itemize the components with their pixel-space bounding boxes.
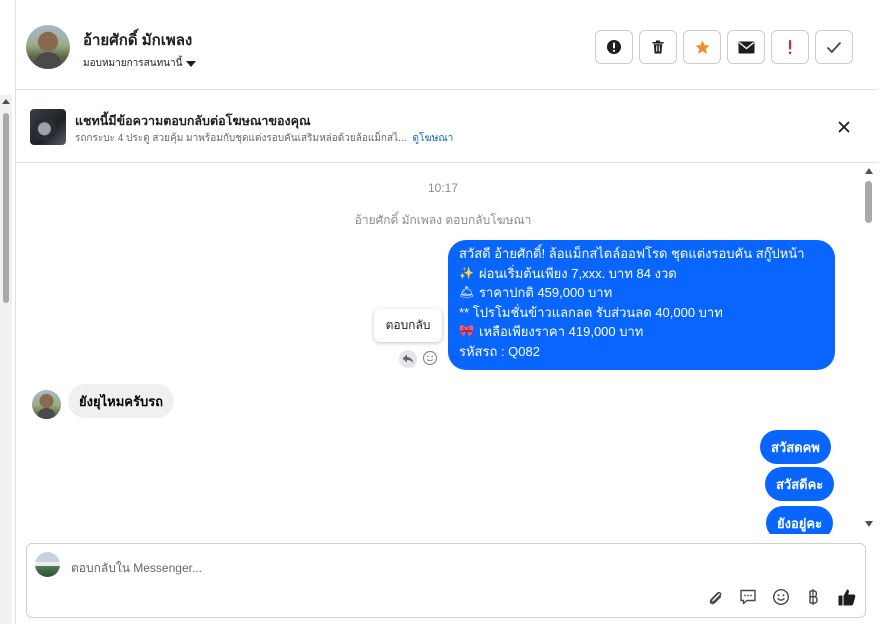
contact-name[interactable]: อ้ายศักดิ์ มักเพลง bbox=[83, 28, 192, 52]
outgoing-message-bubble[interactable]: สวัสดีคะ bbox=[765, 467, 835, 501]
message-line-text: สวัสดี อ้ายศักดิ์! ล้อแม็กสไตล์ออฟโรด ชุ… bbox=[459, 246, 805, 261]
ad-reply-banner: แชทนี้มีข้อความตอบกลับต่อโฆษณาของคุณ รถก… bbox=[16, 91, 878, 163]
checkmark-icon bbox=[826, 41, 842, 53]
message-line: 🎀 เหลือเพียงราคา 419,000 บาท bbox=[459, 322, 824, 342]
message-line: 🛎 ราคาปกติ 459,000 บาท bbox=[459, 283, 824, 303]
outgoing-message-bubble[interactable]: สวัสดคพ bbox=[760, 430, 831, 464]
composer-tools bbox=[705, 587, 857, 607]
scroll-down-arrow-icon[interactable] bbox=[865, 521, 873, 527]
envelope-icon bbox=[738, 41, 754, 53]
scroll-up-arrow-icon[interactable] bbox=[2, 99, 10, 104]
message-list[interactable]: 10:17 อ้ายศักดิ์ มักเพลง ตอบกลับโฆษณา สว… bbox=[16, 164, 862, 534]
scroll-up-arrow-icon[interactable] bbox=[865, 168, 873, 174]
bell-icon: 🛎 bbox=[459, 285, 475, 299]
attach-button[interactable] bbox=[705, 587, 725, 607]
page-avatar bbox=[35, 552, 60, 577]
header-actions bbox=[595, 30, 853, 64]
ad-thumbnail[interactable] bbox=[30, 109, 66, 145]
exclamation-icon bbox=[788, 40, 792, 55]
follow-up-button[interactable] bbox=[771, 30, 809, 64]
reply-tooltip: ตอบกลับ bbox=[374, 309, 442, 342]
reply-input[interactable]: ตอบกลับใน Messenger... bbox=[71, 559, 202, 578]
close-icon bbox=[838, 121, 850, 133]
reply-icon bbox=[402, 354, 414, 364]
message-line-text: ผ่อนเริ่มต้นเพียง 7,xxx. บาท 84 งวด bbox=[479, 265, 677, 281]
assign-label: มอบหมายการสนทนานี้ bbox=[83, 58, 183, 69]
emoji-button[interactable] bbox=[771, 587, 791, 607]
caret-down-icon bbox=[186, 60, 197, 67]
timestamp: 10:17 bbox=[427, 181, 459, 195]
paperclip-icon bbox=[709, 591, 722, 605]
chat-scrollbar[interactable] bbox=[862, 164, 876, 532]
baht-icon bbox=[809, 589, 818, 605]
message-line-text: เหลือเพียงราคา 419,000 บาท bbox=[479, 324, 644, 339]
trash-icon bbox=[652, 40, 664, 54]
ad-banner-subtitle: รถกระบะ 4 ประตู สวยคุ้ม มาพร้อมกับชุดแต่… bbox=[75, 131, 453, 146]
scrollbar-thumb[interactable] bbox=[3, 113, 9, 303]
emoji-icon bbox=[772, 588, 790, 606]
reply-composer[interactable]: ตอบกลับใน Messenger... bbox=[26, 543, 866, 618]
like-button[interactable] bbox=[837, 587, 857, 607]
incoming-message-bubble[interactable]: ยังยุไหมครับรถ bbox=[68, 384, 175, 418]
star-icon bbox=[694, 39, 710, 54]
scrollbar-thumb[interactable] bbox=[865, 181, 872, 223]
message-line-text: ราคาปกติ 459,000 บาท bbox=[479, 285, 613, 300]
star-button[interactable] bbox=[683, 30, 721, 64]
mark-done-button[interactable] bbox=[815, 30, 853, 64]
system-message: อ้ายศักดิ์ มักเพลง ตอบกลับโฆษณา bbox=[354, 213, 532, 227]
assign-conversation-dropdown[interactable]: มอบหมายการสนทนานี้ bbox=[83, 56, 197, 71]
outgoing-message-bubble[interactable]: ยังอยู่คะ bbox=[766, 506, 834, 534]
ad-description: รถกระบะ 4 ประตู สวยคุ้ม มาพร้อมกับชุดแต่… bbox=[75, 133, 407, 144]
avatar[interactable] bbox=[26, 25, 70, 69]
ribbon-icon: 🎀 bbox=[459, 324, 474, 338]
message-line: สวัสดี อ้ายศักดิ์! ล้อแม็กสไตล์ออฟโรด ชุ… bbox=[459, 244, 824, 264]
saved-replies-button[interactable] bbox=[738, 587, 758, 607]
delete-button[interactable] bbox=[639, 30, 677, 64]
reply-button[interactable] bbox=[399, 350, 417, 368]
conversation-header: อ้ายศักดิ์ มักเพลง มอบหมายการสนทนานี้ bbox=[16, 5, 878, 90]
message-line-text: ** โปรโมชั่นข้าวแลกลด รับส่วนลด 40,000 บ… bbox=[459, 304, 723, 320]
sparkles-icon: ✨ bbox=[459, 265, 474, 280]
mark-unread-button[interactable] bbox=[727, 30, 765, 64]
react-button[interactable] bbox=[422, 350, 438, 366]
left-scrollbar[interactable] bbox=[0, 95, 12, 624]
message-line: รหัสรถ : Q082 bbox=[459, 342, 824, 362]
message-line: ✨ ผ่อนเริ่มต้นเพียง 7,xxx. บาท 84 งวด bbox=[459, 264, 824, 284]
smiley-icon bbox=[422, 350, 438, 366]
close-banner-button[interactable] bbox=[834, 117, 854, 137]
ad-banner-title: แชทนี้มีข้อความตอบกลับต่อโฆษณาของคุณ bbox=[75, 114, 311, 128]
payment-button[interactable] bbox=[804, 587, 824, 607]
report-button[interactable] bbox=[595, 30, 633, 64]
alert-circle-icon bbox=[607, 40, 621, 54]
message-line: ** โปรโมชั่นข้าวแลกลด รับส่วนลด 40,000 บ… bbox=[459, 303, 824, 323]
sender-avatar[interactable] bbox=[32, 390, 61, 419]
view-ad-link[interactable]: ดูโฆษณา bbox=[412, 133, 453, 144]
chat-bubble-icon bbox=[740, 589, 756, 605]
thumbs-up-icon bbox=[838, 589, 856, 606]
message-line-text: รหัสรถ : Q082 bbox=[459, 343, 540, 359]
ad-message-bubble[interactable]: สวัสดี อ้ายศักดิ์! ล้อแม็กสไตล์ออฟโรด ชุ… bbox=[448, 240, 835, 370]
